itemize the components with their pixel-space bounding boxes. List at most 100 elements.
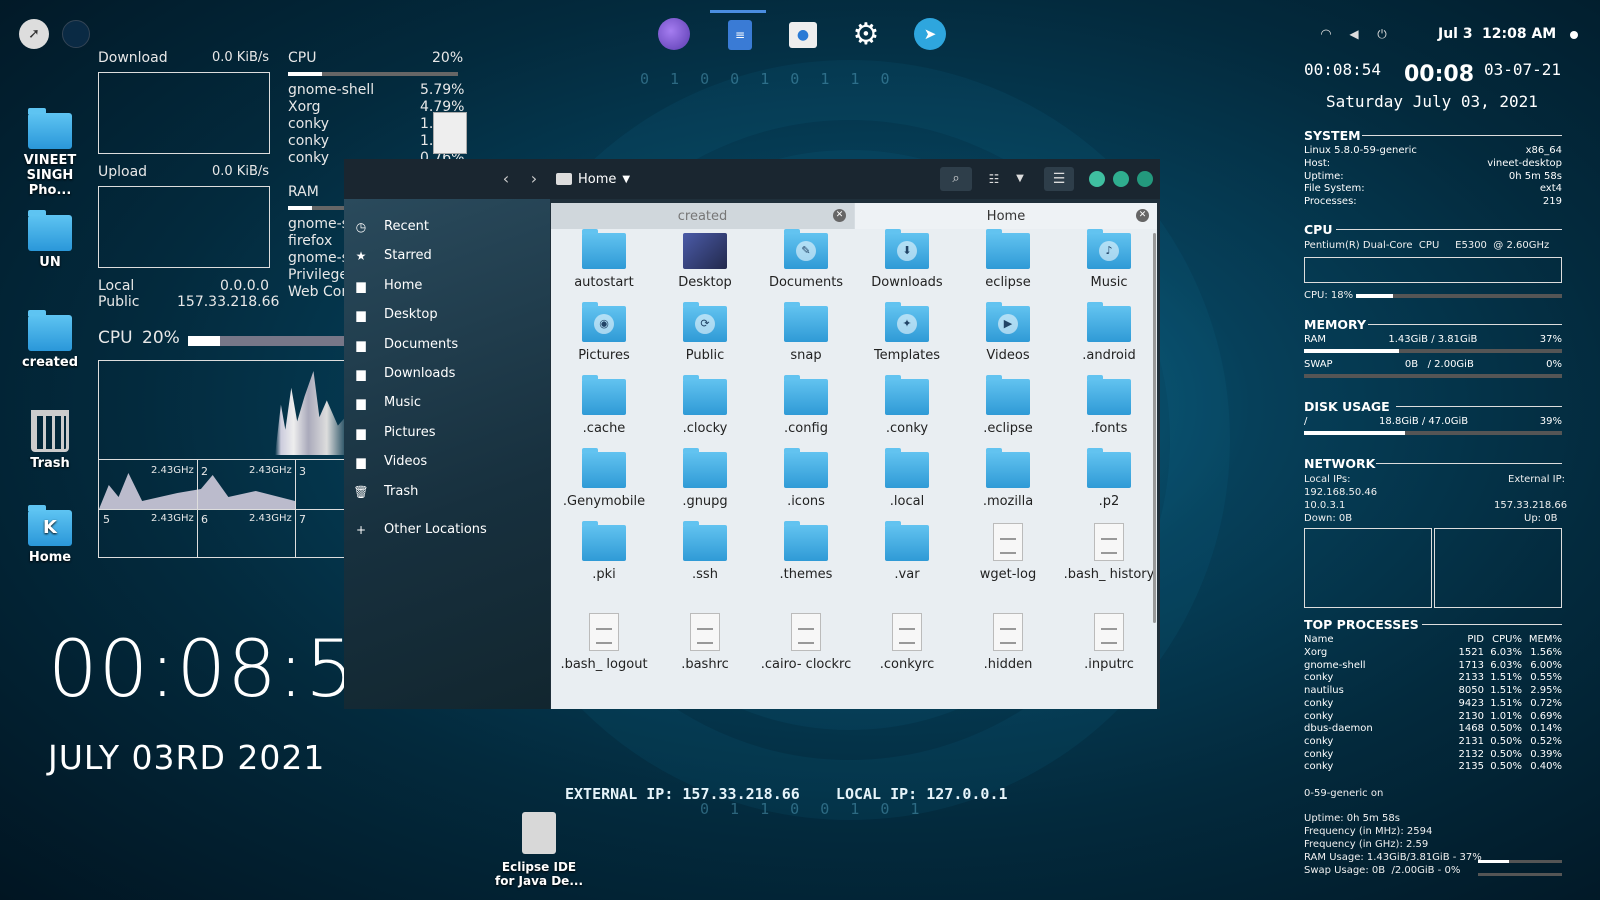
file-item[interactable]: .fonts [1059, 375, 1157, 437]
volume-icon[interactable]: ◀ [1346, 26, 1362, 42]
file-item-label: .bash_ logout [560, 657, 648, 672]
file-item[interactable]: autostart [554, 229, 654, 291]
sidebar-item-other-locations[interactable]: + Other Locations [354, 522, 487, 537]
firefox-icon[interactable] [658, 18, 690, 50]
process-name: conky [1304, 697, 1334, 709]
file-item[interactable]: .bashrc [655, 613, 755, 673]
forward-button[interactable]: › [520, 167, 548, 191]
power-icon[interactable]: ⏻ [1374, 26, 1390, 42]
telegram-icon[interactable]: ➤ [914, 18, 946, 50]
sidebar-item-home[interactable]: ▆ Home [354, 278, 422, 293]
sidebar-item-pictures[interactable]: ▆ Pictures [354, 425, 435, 440]
file-item[interactable]: .hidden [958, 613, 1058, 673]
file-item[interactable]: .icons [756, 448, 856, 510]
down-speed: Down: 0B [1304, 513, 1353, 524]
software-store-icon[interactable]: ● [789, 22, 817, 48]
file-item[interactable]: .inputrc [1059, 613, 1157, 673]
eclipse-launcher[interactable]: Eclipse IDE for Java De... [494, 812, 584, 888]
sidebar-item-desktop[interactable]: ▆ Desktop [354, 307, 437, 322]
file-item[interactable]: ⬇ Downloads [857, 229, 957, 291]
view-options-chevron-icon[interactable]: ▼ [1008, 167, 1032, 191]
file-item[interactable]: .ssh [655, 521, 755, 583]
settings-gear-icon[interactable]: ⚙ [850, 17, 882, 52]
sidebar-item-starred[interactable]: ★ Starred [354, 248, 432, 263]
file-item[interactable]: .cache [554, 375, 654, 437]
clock-date[interactable]: Jul 3 [1438, 26, 1473, 42]
file-item[interactable]: .mozilla [958, 448, 1058, 510]
system-row: File System: ext4 [1304, 183, 1562, 194]
file-item[interactable]: .conky [857, 375, 957, 437]
document-icon[interactable] [433, 112, 467, 154]
rocket-icon[interactable]: ➚ [19, 19, 49, 49]
top-process-row: conky 2130 1.01% 0.69% [1304, 711, 1562, 722]
sidebar-item-downloads[interactable]: ▆ Downloads [354, 366, 455, 381]
sidebar-item-trash[interactable]: 🗑 Trash [353, 484, 418, 499]
file-item[interactable]: .gnupg [655, 448, 755, 510]
file-item[interactable]: .bash_ history [1059, 523, 1157, 583]
file-item[interactable]: .themes [756, 521, 856, 583]
file-item[interactable]: .Genymobile [554, 448, 654, 510]
tab-close-icon[interactable]: ✕ [833, 209, 846, 222]
disk-value: 18.8GiB / 47.0GiB [1379, 416, 1469, 427]
tab-close-icon[interactable]: ✕ [1136, 209, 1149, 222]
location-button[interactable]: Home ▼ [556, 167, 646, 191]
download-value: 0.0 KiB/s [212, 50, 270, 65]
file-item[interactable]: ✦ Templates [857, 302, 957, 364]
file-item[interactable]: wget-log [958, 523, 1058, 583]
sidebar-item-videos[interactable]: ▆ Videos [354, 454, 427, 469]
file-item[interactable]: .bash_ logout [554, 613, 654, 673]
back-button[interactable]: ‹ [492, 167, 520, 191]
file-item[interactable]: .local [857, 448, 957, 510]
file-item[interactable]: snap [756, 302, 856, 364]
menu-button[interactable]: ☰ [1044, 167, 1074, 191]
files-icon[interactable]: ≡ [728, 20, 752, 50]
file-item[interactable]: ♪ Music [1059, 229, 1157, 291]
desktop-icon-un-folder[interactable]: UN [5, 210, 95, 270]
folder-icon [784, 521, 828, 561]
file-item[interactable]: .eclipse [958, 375, 1058, 437]
file-item[interactable]: .pki [554, 521, 654, 583]
view-toggle-button[interactable]: ☷ [980, 167, 1008, 191]
file-item[interactable]: .var [857, 521, 957, 583]
file-item[interactable]: ◉ Pictures [554, 302, 654, 364]
tab-home[interactable]: Home ✕ [855, 203, 1157, 229]
desktop-icon-trash[interactable]: Trash [5, 410, 95, 471]
ram-row: RAM 1.43GiB / 3.81GiB 37% [1304, 334, 1562, 345]
ram-bar [288, 206, 348, 210]
date-long: Saturday July 03, 2021 [1326, 92, 1538, 111]
desktop-icon-home[interactable]: K Home [5, 505, 95, 565]
scrollbar[interactable] [1153, 233, 1156, 623]
top-process-row: Xorg 1521 6.03% 1.56% [1304, 647, 1562, 658]
close-button[interactable] [1137, 171, 1153, 187]
system-key: Linux 5.8.0-59-generic [1304, 145, 1417, 156]
file-item[interactable]: .conkyrc [857, 613, 957, 673]
desktop-icon-created-folder[interactable]: created [5, 310, 95, 370]
file-item[interactable]: Desktop [655, 233, 755, 291]
file-item[interactable]: ⟳ Public [655, 302, 755, 364]
file-item[interactable]: eclipse [958, 229, 1058, 291]
wifi-icon[interactable]: ◠ [1318, 26, 1334, 42]
clock-time[interactable]: 12:08 AM [1482, 26, 1556, 42]
minimize-button[interactable] [1089, 171, 1105, 187]
maximize-button[interactable] [1113, 171, 1129, 187]
file-item[interactable]: .android [1059, 302, 1157, 364]
file-item[interactable]: ✎ Documents [756, 229, 856, 291]
process-cpu: 1.01% [1490, 710, 1522, 722]
file-item[interactable]: .cairo- clockrc [756, 613, 856, 673]
sidebar-item-recent[interactable]: ◷ Recent [354, 219, 429, 234]
moon-icon[interactable] [62, 20, 90, 48]
star-icon: ★ [355, 248, 367, 263]
folder-icon [885, 375, 929, 415]
process-cpu: 1.51% [1490, 672, 1522, 684]
file-item[interactable]: ▶ Videos [958, 302, 1058, 364]
sidebar-item-documents[interactable]: ▆ Documents [354, 337, 458, 352]
search-button[interactable]: ⌕ [940, 167, 972, 191]
sidebar-item-music[interactable]: ▆ Music [354, 395, 421, 410]
tab-created[interactable]: created ✕ [551, 203, 854, 229]
file-item[interactable]: .clocky [655, 375, 755, 437]
file-item[interactable]: .config [756, 375, 856, 437]
desktop-icon-photos-folder[interactable]: VINEET SINGH Pho... [5, 108, 95, 198]
file-item[interactable]: .p2 [1059, 448, 1157, 510]
desktop-icon-label: Trash [30, 456, 70, 471]
notification-dot[interactable] [1570, 31, 1578, 39]
